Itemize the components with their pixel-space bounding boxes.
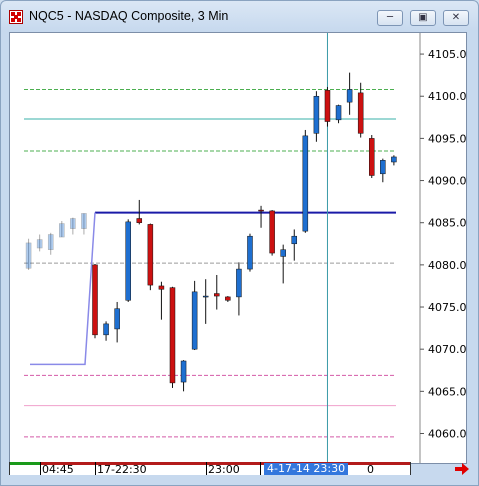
minimize-button[interactable]: ─	[377, 10, 403, 26]
faded-candle-body	[81, 213, 87, 229]
up-candle-body	[114, 308, 120, 330]
up-candle-body	[280, 249, 286, 257]
price-tick-label: 4085.0	[428, 217, 466, 230]
up-candle-body	[191, 291, 198, 350]
title-bar[interactable]: NQC5 - NASDAQ Composite, 3 Min ─ ▣ ✕	[1, 1, 478, 33]
faded-candle-body	[36, 239, 43, 249]
down-candle-body	[147, 224, 154, 286]
up-candle-body	[391, 156, 397, 163]
session-bar-green	[10, 462, 40, 465]
up-candle-body	[302, 135, 309, 232]
price-tick-label: 4080.0	[428, 259, 466, 272]
price-tick-label: 4100.0	[428, 90, 466, 103]
down-candle-body	[269, 210, 275, 254]
up-candle-body	[236, 268, 242, 298]
price-tick-label: 4105.0	[428, 48, 466, 61]
up-candle-body	[180, 360, 187, 383]
time-separator	[206, 462, 207, 475]
faded-candle-body	[25, 242, 32, 269]
up-candle-body	[103, 323, 109, 336]
down-candle-body	[158, 285, 165, 290]
time-label-2: 17-22:30	[97, 463, 147, 476]
up-candle-body	[125, 221, 131, 301]
price-chart[interactable]: 4060.0 4065.0 4070.0 4075.0 4080.0 4085.0 4090…	[10, 33, 466, 463]
price-tick-label: 4090.0	[428, 175, 466, 188]
chart-area[interactable]: 4060.0 4065.0 4070.0 4075.0 4080.0 4085.0 4090…	[9, 32, 467, 464]
up-candle-body	[291, 235, 298, 245]
price-tick-label: 4060.0	[428, 427, 466, 440]
up-candle-body	[313, 95, 320, 134]
faded-candle-body	[47, 234, 54, 250]
down-candle-body	[324, 90, 331, 122]
down-candle-body	[225, 296, 231, 301]
down-candle-body	[357, 92, 364, 134]
down-candle-body	[369, 138, 375, 176]
up-candle-body	[380, 160, 386, 175]
close-button[interactable]: ✕	[443, 10, 469, 26]
close-icon: ✕	[451, 12, 461, 23]
price-tick-label: 4070.0	[428, 343, 466, 356]
price-tick-label: 4075.0	[428, 301, 466, 314]
window-title: NQC5 - NASDAQ Composite, 3 Min	[29, 9, 229, 23]
down-candle-body	[92, 264, 98, 336]
cursor-time-suffix: 0	[367, 463, 374, 476]
faded-candle-body	[70, 218, 76, 229]
time-label-1: 04:45	[42, 463, 74, 476]
time-label-3: 23:00	[208, 463, 240, 476]
price-tick-label: 4095.0	[428, 132, 466, 145]
down-candle-body	[169, 287, 176, 384]
cursor-time-label: 4-17-14 23:30	[264, 463, 349, 475]
time-axis[interactable]: 04:45 17-22:30 23:00 4-17-14 23:30 0	[9, 462, 411, 476]
minimize-icon: ─	[386, 12, 394, 23]
up-candle-body	[346, 89, 353, 103]
up-candle-body	[335, 105, 342, 121]
down-candle-body	[258, 209, 264, 212]
down-candle-body	[136, 218, 143, 223]
time-separator	[40, 462, 41, 475]
down-candle-body	[214, 293, 220, 297]
faded-candle-body	[59, 223, 65, 238]
price-tick-label: 4065.0	[428, 385, 466, 398]
up-candle-body	[247, 235, 253, 270]
scroll-right-arrow-icon[interactable]	[454, 462, 470, 476]
up-candle-body	[202, 295, 209, 298]
app-icon	[9, 10, 23, 24]
time-separator	[260, 462, 261, 475]
time-separator	[95, 462, 96, 475]
restore-icon: ▣	[418, 12, 428, 23]
restore-button[interactable]: ▣	[410, 10, 436, 26]
